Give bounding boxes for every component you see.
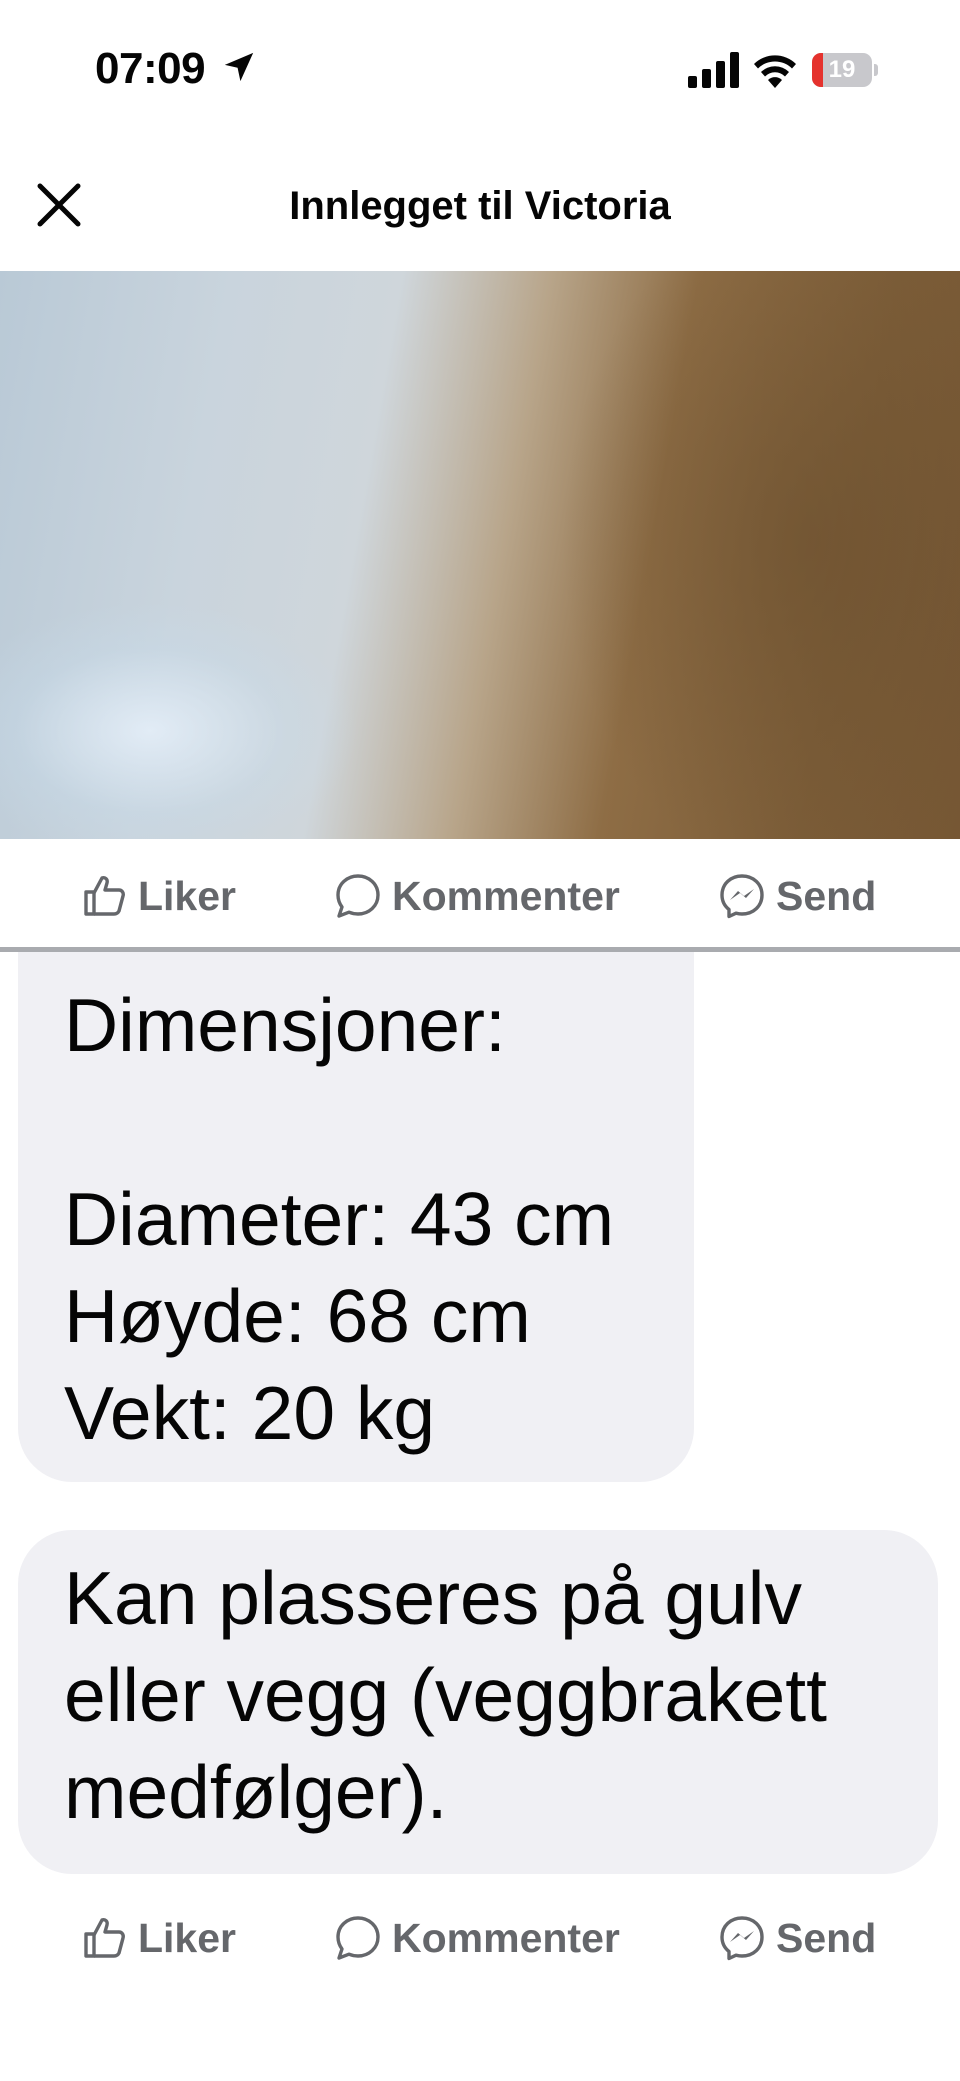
message-line-blank [64,1074,694,1171]
like-button[interactable]: Liker [80,840,236,952]
message-line: Høyde: 68 cm [64,1274,531,1358]
photo-glow [0,601,360,839]
photo-shadow [560,271,960,839]
wifi-icon [754,55,796,88]
send-label: Send [776,872,877,919]
post-action-bar: Liker Kommenter Send [0,1882,960,1994]
post-photo[interactable] [0,271,960,839]
post-action-bar: Liker Kommenter Send [0,840,960,952]
comment-bubble-icon [336,874,380,918]
send-button[interactable]: Send [718,1882,876,1994]
battery-icon: 19 [812,53,878,87]
page-title: Innlegget til Victoria [289,184,671,228]
like-label: Liker [138,872,236,919]
comment-button[interactable]: Kommenter [334,840,620,952]
messenger-icon [720,874,764,919]
cellular-signal-icon [688,52,739,88]
status-bar: 07:09 19 [0,0,960,140]
message-line: eller vegg (veggbrakett [64,1653,827,1737]
comment-label: Kommenter [392,872,620,919]
like-label: Liker [138,1914,236,1961]
messenger-icon [720,1916,764,1961]
comment-button[interactable]: Kommenter [334,1882,620,1994]
message-line: medfølger). [64,1750,448,1834]
send-button[interactable]: Send [718,840,876,952]
send-label: Send [776,1914,877,1961]
message-bubble[interactable]: Dimensjoner: Diameter: 43 cm Høyde: 68 c… [18,952,694,1482]
comment-label: Kommenter [392,1914,620,1961]
message-line: Vekt: 20 kg [64,1371,436,1455]
thumbs-up-icon [84,876,125,916]
message-line: Diameter: 43 cm [64,1177,615,1261]
message-line: Kan plasseres på gulv [64,1556,802,1640]
battery-body: 19 [812,53,872,87]
message-line: Dimensjoner: [64,983,506,1067]
like-button[interactable]: Liker [80,1882,236,1994]
battery-level: 19 [828,56,856,83]
comment-bubble-icon [336,1916,380,1960]
location-arrow-icon [224,52,254,82]
message-bubble[interactable]: Kan plasseres på gulv eller vegg (veggbr… [18,1530,938,1874]
status-time: 07:09 [95,44,206,93]
battery-tip [874,64,878,76]
thumbs-up-icon [84,1918,125,1958]
